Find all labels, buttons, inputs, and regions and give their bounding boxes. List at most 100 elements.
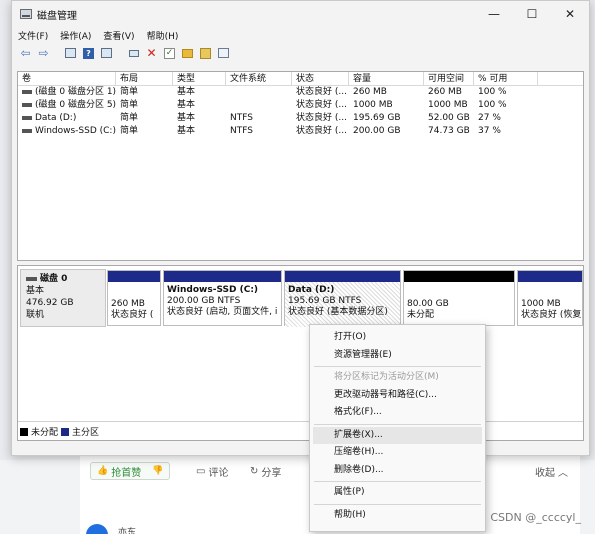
connect-drive-icon[interactable] xyxy=(126,46,141,61)
menu-view[interactable]: 查看(V) xyxy=(103,29,134,42)
back-arrow-icon[interactable]: ⇦ xyxy=(18,46,33,61)
partition-status: 状态良好 (基本数据分区) xyxy=(288,307,388,317)
close-button[interactable]: ✕ xyxy=(551,1,589,27)
check-icon[interactable]: ✓ xyxy=(162,46,177,61)
menu-help[interactable]: 帮助(H) xyxy=(147,29,179,42)
menu-item-mark-active: 将分区标记为活动分区(M) xyxy=(334,372,439,382)
legend-unallocated: 未分配 xyxy=(31,428,59,438)
table-row[interactable]: Windows-SSD (C:) 简单 基本 NTFS 状态良好 (... 20… xyxy=(18,125,583,138)
percent-free-cell: 37 % xyxy=(478,126,501,136)
status-cell: 状态良好 (... xyxy=(296,87,347,97)
menu-item-help[interactable]: 帮助(H) xyxy=(310,507,485,525)
partition-band xyxy=(108,271,160,282)
delete-icon[interactable]: ✕ xyxy=(144,46,159,61)
forward-arrow-icon[interactable]: ⇨ xyxy=(36,46,51,61)
disk-name: 磁盘 0 xyxy=(40,274,68,284)
comment-button[interactable]: ▭ 评论 xyxy=(196,464,228,479)
menu-item-extend-volume[interactable]: 扩展卷(X)... xyxy=(313,426,482,444)
col-percent-free[interactable]: % 可用 xyxy=(474,72,538,85)
partition-size: 80.00 GB xyxy=(407,299,449,309)
legend: 未分配 主分区 xyxy=(20,425,99,438)
menu-action[interactable]: 操作(A) xyxy=(60,29,91,42)
minimize-button[interactable]: — xyxy=(475,1,513,27)
partition-context-menu: 打开(O) 资源管理器(E) 将分区标记为活动分区(M) 更改驱动器号和路径(C… xyxy=(309,324,486,532)
type-cell: 基本 xyxy=(177,100,196,110)
fold-button[interactable]: 收起 ︿ xyxy=(535,464,568,479)
volume-icon xyxy=(22,89,32,94)
partition-body: 80.00 GB 未分配 xyxy=(404,282,514,324)
status-cell: 状态良好 (... xyxy=(296,126,347,136)
partition-efi[interactable]: 260 MB 状态良好 ( xyxy=(107,270,161,326)
layout-cell: 简单 xyxy=(120,100,139,110)
praise-button[interactable]: 👍 抢首赞 👎 xyxy=(90,462,171,480)
table-row[interactable]: (磁盘 0 磁盘分区 5) 简单 基本 状态良好 (... 1000 MB 10… xyxy=(18,99,583,112)
praise-label: 抢首赞 xyxy=(111,467,142,479)
partition-unallocated[interactable]: 80.00 GB 未分配 xyxy=(403,270,515,326)
partition-recovery[interactable]: 1000 MB 状态良好 (恢复 xyxy=(517,270,583,326)
properties-icon[interactable] xyxy=(216,46,231,61)
disk-status: 联机 xyxy=(26,310,45,320)
legend-divider xyxy=(18,421,583,422)
share-icon: ↻ xyxy=(250,465,259,477)
disk-graphical-view: 磁盘 0 基本 476.92 GB 联机 260 MB 状态良好 ( Windo… xyxy=(17,265,584,441)
menu-separator xyxy=(314,481,481,482)
author-name[interactable]: 亦东 xyxy=(118,525,136,534)
partition-body: Data (D:) 195.69 GB NTFS 状态良好 (基本数据分区) xyxy=(285,282,400,327)
volume-name: (磁盘 0 磁盘分区 1) xyxy=(35,87,116,97)
list-view-icon[interactable] xyxy=(99,46,114,61)
folder-icon[interactable] xyxy=(180,46,195,61)
volume-cell: Windows-SSD (C:) xyxy=(18,125,116,138)
type-cell: 基本 xyxy=(177,87,196,97)
menu-item-change-drive-letter[interactable]: 更改驱动器号和路径(C)... xyxy=(310,387,485,405)
disk-type: 基本 xyxy=(26,286,45,296)
table-row[interactable]: (磁盘 0 磁盘分区 1) 简单 基本 状态良好 (... 260 MB 260… xyxy=(18,86,583,99)
help-icon[interactable]: ? xyxy=(81,46,96,61)
partition-size: 195.69 GB NTFS xyxy=(288,296,362,306)
col-status[interactable]: 状态 xyxy=(292,72,349,85)
partition-c[interactable]: Windows-SSD (C:) 200.00 GB NTFS 状态良好 (启动… xyxy=(163,270,282,326)
menu-item-open[interactable]: 打开(O) xyxy=(310,329,485,347)
type-cell: 基本 xyxy=(177,126,196,136)
thumbs-up-icon: 👍 xyxy=(97,466,109,476)
title-bar[interactable]: 磁盘管理 — ☐ ✕ xyxy=(12,1,589,27)
volume-cell: Data (D:) xyxy=(18,112,116,125)
layout-cell: 简单 xyxy=(120,126,139,136)
menu-item-explorer[interactable]: 资源管理器(E) xyxy=(310,347,485,365)
menu-item-properties[interactable]: 属性(P) xyxy=(310,484,485,502)
col-type[interactable]: 类型 xyxy=(173,72,226,85)
col-free-space[interactable]: 可用空间 xyxy=(424,72,474,85)
thumbs-down-icon[interactable]: 👎 xyxy=(152,466,163,476)
disk-icon xyxy=(26,276,37,281)
primary-swatch xyxy=(61,427,70,436)
filesystem-cell xyxy=(226,86,292,99)
menu-item-format[interactable]: 格式化(F)... xyxy=(310,404,485,422)
watermark: CSDN @_ccccyl_ xyxy=(490,511,581,524)
layout-cell: 简单 xyxy=(120,113,139,123)
table-row[interactable]: Data (D:) 简单 基本 NTFS 状态良好 (... 195.69 GB… xyxy=(18,112,583,125)
col-filesystem[interactable]: 文件系统 xyxy=(226,72,292,85)
unallocated-swatch xyxy=(20,427,28,436)
maximize-button[interactable]: ☐ xyxy=(513,1,551,27)
console-tree-icon[interactable] xyxy=(63,46,78,61)
col-capacity[interactable]: 容量 xyxy=(349,72,424,85)
partition-status: 状态良好 (启动, 页面文件, i xyxy=(167,307,278,317)
search-icon[interactable] xyxy=(198,46,213,61)
col-volume[interactable]: 卷 xyxy=(18,72,116,85)
partition-label: Data (D:) xyxy=(288,285,335,295)
disk-0-label[interactable]: 磁盘 0 基本 476.92 GB 联机 xyxy=(20,269,106,327)
capacity-cell: 195.69 GB xyxy=(353,113,401,123)
free-space-cell: 52.00 GB xyxy=(428,113,470,123)
menu-item-shrink-volume[interactable]: 压缩卷(H)... xyxy=(310,444,485,462)
chevron-up-icon: ︿ xyxy=(558,467,568,479)
menu-item-delete-volume[interactable]: 删除卷(D)... xyxy=(310,462,485,480)
free-space-cell: 1000 MB xyxy=(428,100,468,110)
filesystem-cell: NTFS xyxy=(230,126,253,136)
comment-icon: ▭ xyxy=(196,465,206,477)
share-button[interactable]: ↻ 分享 xyxy=(250,464,281,479)
partition-d[interactable]: Data (D:) 195.69 GB NTFS 状态良好 (基本数据分区) xyxy=(284,270,401,327)
percent-free-cell: 100 % xyxy=(478,100,507,110)
col-layout[interactable]: 布局 xyxy=(116,72,173,85)
type-cell: 基本 xyxy=(177,113,196,123)
layout-cell: 简单 xyxy=(120,87,139,97)
menu-file[interactable]: 文件(F) xyxy=(18,29,48,42)
